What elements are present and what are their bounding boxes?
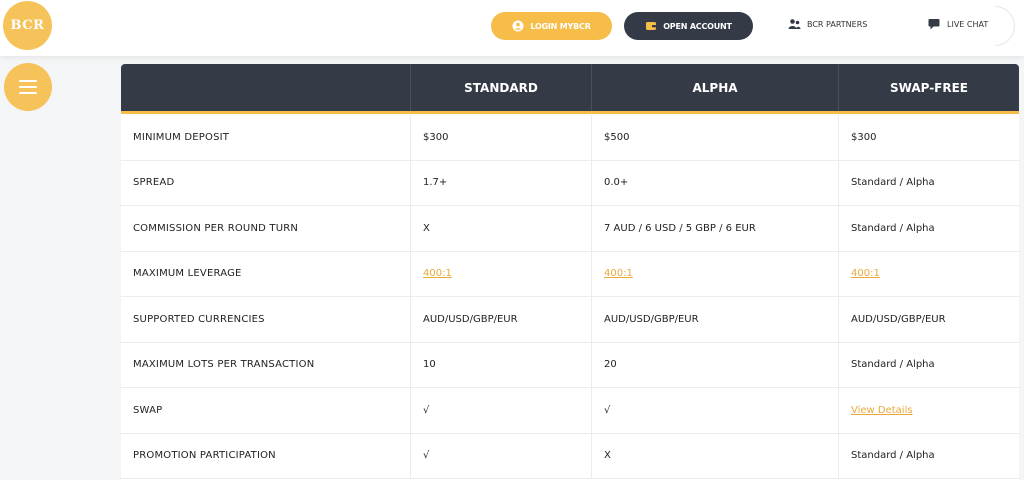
table-cell: X xyxy=(591,433,838,478)
logo-text: BCR xyxy=(10,18,45,33)
cell-value: 20 xyxy=(604,359,617,371)
table-cell: 10 xyxy=(410,342,591,387)
login-mybcr-label: LOGIN MYBCR xyxy=(530,21,591,31)
cell-value: Standard / Alpha xyxy=(851,359,935,371)
cell-value: AUD/USD/GBP/EUR xyxy=(851,313,946,325)
table-cell: Standard / Alpha xyxy=(838,433,1019,478)
live-chat-label: LIVE CHAT xyxy=(947,19,989,29)
row-label: COMMISSION PER ROUND TURN xyxy=(133,222,299,234)
bcr-partners-link[interactable]: BCR PARTNERS xyxy=(788,18,867,30)
table-cell: $300 xyxy=(838,115,1019,160)
table-row: MAXIMUM LEVERAGE 400:1 400:1 400:1 xyxy=(121,251,1019,297)
cell-value: Standard / Alpha xyxy=(851,450,935,462)
cell-value: 1.7+ xyxy=(423,177,448,189)
bcr-partners-label: BCR PARTNERS xyxy=(807,19,868,29)
table-cell: √ xyxy=(410,433,591,478)
table-body: MINIMUM DEPOSIT $300 $500 $300 SPREAD 1.7+ 0.0… xyxy=(121,115,1019,479)
table-cell: Standard / Alpha xyxy=(838,206,1019,251)
cell-value: √ xyxy=(604,404,611,416)
open-account-button[interactable]: OPEN ACCOUNT xyxy=(624,12,753,40)
cell-value: X xyxy=(604,450,611,462)
table-cell: 0.0+ xyxy=(591,160,838,205)
row-label: SUPPORTED CURRENCIES xyxy=(133,313,265,325)
wallet-icon xyxy=(645,20,657,32)
live-chat-tab-edge xyxy=(995,6,1015,46)
cell-value: 10 xyxy=(423,359,436,371)
column-header-standard: STANDARD xyxy=(410,64,591,111)
cell-value: √ xyxy=(423,450,430,462)
open-account-label: OPEN ACCOUNT xyxy=(663,21,732,31)
table-cell: 1.7+ xyxy=(410,160,591,205)
top-bar: BCR LOGIN MYBCR OPEN ACCOUNT BCR PARTNER… xyxy=(0,0,1024,56)
table-cell: 400:1 xyxy=(591,251,838,296)
row-label: MAXIMUM LEVERAGE xyxy=(133,268,242,280)
cell-value: Standard / Alpha xyxy=(851,177,935,189)
cell-value: √ xyxy=(423,404,430,416)
row-label: MINIMUM DEPOSIT xyxy=(133,131,230,143)
cell-link[interactable]: 400:1 xyxy=(423,268,452,279)
table-row: SWAP √ √ View Details xyxy=(121,388,1019,434)
table-row: MINIMUM DEPOSIT $300 $500 $300 xyxy=(121,115,1019,161)
table-cell: √ xyxy=(591,388,838,433)
table-row: MAXIMUM LOTS PER TRANSACTION 10 20 Standard… xyxy=(121,342,1019,388)
cell-value: X xyxy=(423,222,430,234)
column-header-swap-free: SWAP-FREE xyxy=(838,64,1019,111)
account-comparison-table: STANDARD ALPHA SWAP-FREE MINIMUM DEPOSIT… xyxy=(121,64,1019,480)
row-label: SWAP xyxy=(133,404,163,416)
partners-icon xyxy=(788,18,801,30)
table-row: SUPPORTED CURRENCIES AUD/USD/GBP/EUR AUD/U… xyxy=(121,297,1019,343)
table-cell: Standard / Alpha xyxy=(838,160,1019,205)
cell-value: $300 xyxy=(851,131,877,143)
table-cell: 20 xyxy=(591,342,838,387)
cell-value: AUD/USD/GBP/EUR xyxy=(423,313,518,325)
table-row: PROMOTION PARTICIPATION √ X Standard / Alph… xyxy=(121,433,1019,479)
table-cell: 400:1 xyxy=(410,251,591,296)
chat-bubble-icon xyxy=(928,18,941,30)
column-header-alpha: ALPHA xyxy=(591,64,838,111)
cell-value: $500 xyxy=(604,131,630,143)
table-cell: 400:1 xyxy=(838,251,1019,296)
row-label: MAXIMUM LOTS PER TRANSACTION xyxy=(133,359,315,371)
table-cell: X xyxy=(410,206,591,251)
table-row: SPREAD 1.7+ 0.0+ Standard / Alpha xyxy=(121,160,1019,206)
column-header-empty xyxy=(121,64,410,111)
cell-link[interactable]: 400:1 xyxy=(604,268,633,279)
table-cell: $500 xyxy=(591,115,838,160)
table-cell: AUD/USD/GBP/EUR xyxy=(838,297,1019,342)
login-mybcr-button[interactable]: LOGIN MYBCR xyxy=(491,12,612,40)
bcr-logo[interactable]: BCR xyxy=(3,1,52,50)
table-cell: Standard / Alpha xyxy=(838,342,1019,387)
cell-value: Standard / Alpha xyxy=(851,222,935,234)
cell-value: 0.0+ xyxy=(604,177,629,189)
table-header: STANDARD ALPHA SWAP-FREE xyxy=(121,64,1019,114)
table-cell: AUD/USD/GBP/EUR xyxy=(591,297,838,342)
hamburger-menu-icon[interactable] xyxy=(4,63,52,111)
live-chat-link[interactable]: LIVE CHAT xyxy=(928,18,988,30)
table-cell: 7 AUD / 6 USD / 5 GBP / 6 EUR xyxy=(591,206,838,251)
cell-value: 7 AUD / 6 USD / 5 GBP / 6 EUR xyxy=(604,222,756,234)
cell-value: AUD/USD/GBP/EUR xyxy=(604,313,699,325)
user-circle-icon xyxy=(512,20,524,32)
table-cell: $300 xyxy=(410,115,591,160)
row-label: PROMOTION PARTICIPATION xyxy=(133,450,276,462)
cell-value: $300 xyxy=(423,131,449,143)
table-row: COMMISSION PER ROUND TURN X 7 AUD / 6 USD … xyxy=(121,206,1019,252)
cell-link[interactable]: View Details xyxy=(851,405,913,416)
table-cell: AUD/USD/GBP/EUR xyxy=(410,297,591,342)
table-cell: √ xyxy=(410,388,591,433)
table-cell: View Details xyxy=(838,388,1019,433)
row-label: SPREAD xyxy=(133,177,175,189)
cell-link[interactable]: 400:1 xyxy=(851,268,880,279)
